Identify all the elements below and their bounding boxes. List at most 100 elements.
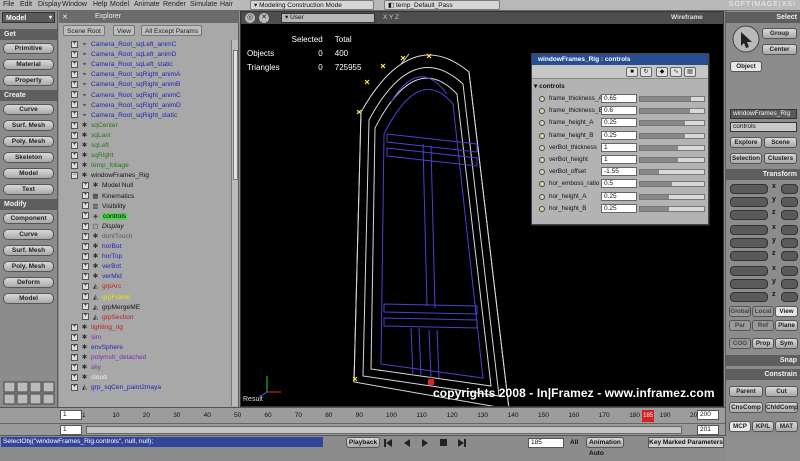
parameter-value-field[interactable]: 0.25 bbox=[601, 203, 637, 213]
expand-icon[interactable]: + bbox=[71, 40, 78, 48]
cnscomp-button[interactable]: CnsComp bbox=[729, 402, 763, 413]
parameter-value-field[interactable]: 1 bbox=[601, 142, 637, 152]
parameter-slider[interactable] bbox=[639, 169, 705, 176]
animation-divot-icon[interactable] bbox=[539, 132, 545, 139]
expand-icon[interactable]: + bbox=[71, 353, 78, 361]
get-material-button[interactable]: Material bbox=[3, 59, 54, 70]
clusters-button[interactable]: Clusters bbox=[764, 153, 797, 164]
rotate-z-field[interactable] bbox=[730, 251, 768, 261]
explorer-tree-row[interactable]: + ⌖ Camera_Root_sqRight_animA bbox=[71, 70, 180, 80]
constrain-header[interactable]: Constrain bbox=[726, 369, 800, 380]
range-start-field[interactable]: 1 bbox=[60, 425, 82, 435]
selected-property-field[interactable]: controls bbox=[730, 122, 797, 132]
viewport-close-icon[interactable]: ✕ bbox=[259, 13, 269, 23]
cog-button[interactable]: COG bbox=[729, 338, 751, 349]
parameter-slider[interactable] bbox=[639, 181, 705, 188]
expand-icon[interactable]: + bbox=[71, 50, 78, 58]
group-button[interactable]: Group bbox=[762, 28, 797, 39]
timeline-end-field[interactable]: 200 bbox=[697, 410, 719, 420]
keyframe-icon[interactable]: ◆ bbox=[656, 67, 668, 77]
range-slider[interactable] bbox=[86, 426, 682, 434]
explorer-tree-row[interactable]: + ⌖ Camera_Root_sqRight_animD bbox=[71, 101, 181, 111]
cut-button[interactable]: Cut bbox=[765, 386, 798, 397]
parameter-slider[interactable] bbox=[639, 144, 705, 151]
menu-render[interactable]: Render bbox=[163, 1, 186, 8]
menu-simulate[interactable]: Simulate bbox=[190, 1, 217, 8]
explorer-tree-row[interactable]: + ⌖ Camera_Root_sqLeft_static bbox=[71, 60, 173, 70]
parameter-value-field[interactable]: 0.65 bbox=[601, 94, 637, 103]
rotate-y-toggle[interactable] bbox=[781, 238, 798, 248]
close-icon[interactable]: ✕ bbox=[62, 12, 68, 24]
explorer-tree-row[interactable]: + ⌖ Camera_Root_sqRight_animC bbox=[71, 91, 181, 101]
time-range-bar[interactable]: 1 201 bbox=[0, 423, 725, 435]
timeline-start-field[interactable]: 1 bbox=[60, 410, 82, 420]
scale-z-toggle[interactable] bbox=[781, 210, 798, 220]
explorer-tree-row[interactable]: + ✱ sqRight bbox=[71, 151, 113, 161]
rotate-y-field[interactable] bbox=[730, 238, 768, 248]
kpl-tab[interactable]: KP/L bbox=[752, 421, 774, 432]
scale-y-toggle[interactable] bbox=[781, 197, 798, 207]
rotate-z-toggle[interactable] bbox=[781, 251, 798, 261]
expand-icon[interactable]: + bbox=[71, 333, 78, 341]
expand-icon[interactable]: + bbox=[71, 384, 78, 392]
mcp-tab[interactable]: MCP bbox=[729, 421, 751, 432]
scale-z-field[interactable] bbox=[730, 210, 768, 220]
animation-divot-icon[interactable] bbox=[539, 96, 545, 102]
prop-button[interactable]: Prop bbox=[752, 338, 774, 349]
animation-divot-icon[interactable] bbox=[539, 181, 545, 188]
expand-icon[interactable]: + bbox=[71, 374, 78, 382]
explorer-tree-row[interactable]: + ✱ verBot bbox=[82, 262, 121, 272]
menu-file[interactable]: File bbox=[3, 1, 14, 8]
rotate-x-toggle[interactable] bbox=[781, 225, 798, 235]
create-surf-mesh-button[interactable]: Surf. Mesh bbox=[3, 120, 54, 131]
expand-icon[interactable]: + bbox=[71, 91, 78, 99]
expand-icon[interactable]: + bbox=[82, 252, 89, 260]
create-text-button[interactable]: Text bbox=[3, 184, 54, 195]
animation-divot-icon[interactable] bbox=[539, 120, 545, 127]
parameter-slider[interactable] bbox=[639, 205, 705, 212]
timeline[interactable]: 1 1 10 20 30 40 50 60 70 80 90 100 110 120 130 140 150 1… bbox=[0, 407, 725, 423]
explorer-tree-row[interactable]: + ✱ lighting_rig bbox=[71, 323, 123, 333]
explorer-tree-row[interactable]: + ◭ grpFrame bbox=[82, 293, 131, 303]
expand-icon[interactable]: + bbox=[82, 303, 89, 311]
tab-all-except-params[interactable]: All Except Params bbox=[141, 25, 203, 36]
camera-dropdown[interactable]: ▾ User bbox=[281, 13, 375, 23]
tab-scene-root[interactable]: Scene Root bbox=[63, 25, 105, 36]
property-panel-title[interactable]: windowFrames_Rig : controls bbox=[532, 54, 708, 65]
playback-button[interactable]: Playback bbox=[346, 437, 380, 448]
preset-icon[interactable]: ▤ bbox=[684, 67, 696, 77]
expand-icon[interactable]: + bbox=[71, 71, 78, 79]
key-marked-parameters-button[interactable]: Key Marked Parameters bbox=[648, 437, 724, 448]
expand-icon[interactable]: + bbox=[82, 283, 89, 291]
expand-icon[interactable]: + bbox=[82, 202, 89, 210]
translate-y-toggle[interactable] bbox=[781, 279, 798, 289]
current-frame-field[interactable]: 185 bbox=[528, 438, 564, 448]
shading-mode-dropdown[interactable]: Wireframe bbox=[671, 14, 703, 21]
create-poly-mesh-button[interactable]: Poly. Mesh bbox=[3, 136, 54, 147]
parameter-value-field[interactable]: 0.25 bbox=[601, 118, 637, 128]
explorer-tree-row[interactable]: + ▦ Kinematics bbox=[82, 192, 134, 202]
expand-icon[interactable]: + bbox=[82, 212, 89, 220]
expand-icon[interactable]: + bbox=[82, 313, 89, 321]
module-dropdown[interactable]: Model ▾ bbox=[2, 12, 55, 23]
animation-divot-icon[interactable] bbox=[539, 205, 545, 212]
expand-icon[interactable]: + bbox=[71, 141, 78, 149]
childcomp-button[interactable]: ChldComp bbox=[765, 402, 798, 413]
tab-view[interactable]: View bbox=[113, 25, 135, 36]
explorer-tree-row[interactable]: + ◭ grpArc bbox=[82, 282, 121, 292]
expand-icon[interactable]: + bbox=[82, 192, 89, 200]
controls-section-header[interactable]: ▾ controls bbox=[534, 82, 565, 90]
sym-button[interactable]: Sym bbox=[775, 338, 798, 349]
expand-icon[interactable]: + bbox=[82, 182, 89, 190]
explorer-tree-row[interactable]: + ▥ Visibility bbox=[82, 202, 126, 212]
local-button[interactable]: Local bbox=[752, 306, 774, 317]
modify-deform-button[interactable]: Deform bbox=[3, 277, 54, 288]
menu-display[interactable]: Display bbox=[38, 1, 61, 8]
parameter-value-field[interactable]: 0.25 bbox=[601, 191, 637, 201]
translate-y-field[interactable] bbox=[730, 279, 768, 289]
selection-button[interactable]: Selection bbox=[730, 153, 762, 164]
explorer-tree-row[interactable]: + ✱ cloud bbox=[71, 373, 107, 383]
get-primitive-button[interactable]: Primitive bbox=[3, 43, 54, 54]
animation-icon[interactable]: ∿ bbox=[670, 67, 682, 77]
explorer-tree-row[interactable]: + ⌖ Camera_Root_sqRight_animB bbox=[71, 80, 180, 90]
